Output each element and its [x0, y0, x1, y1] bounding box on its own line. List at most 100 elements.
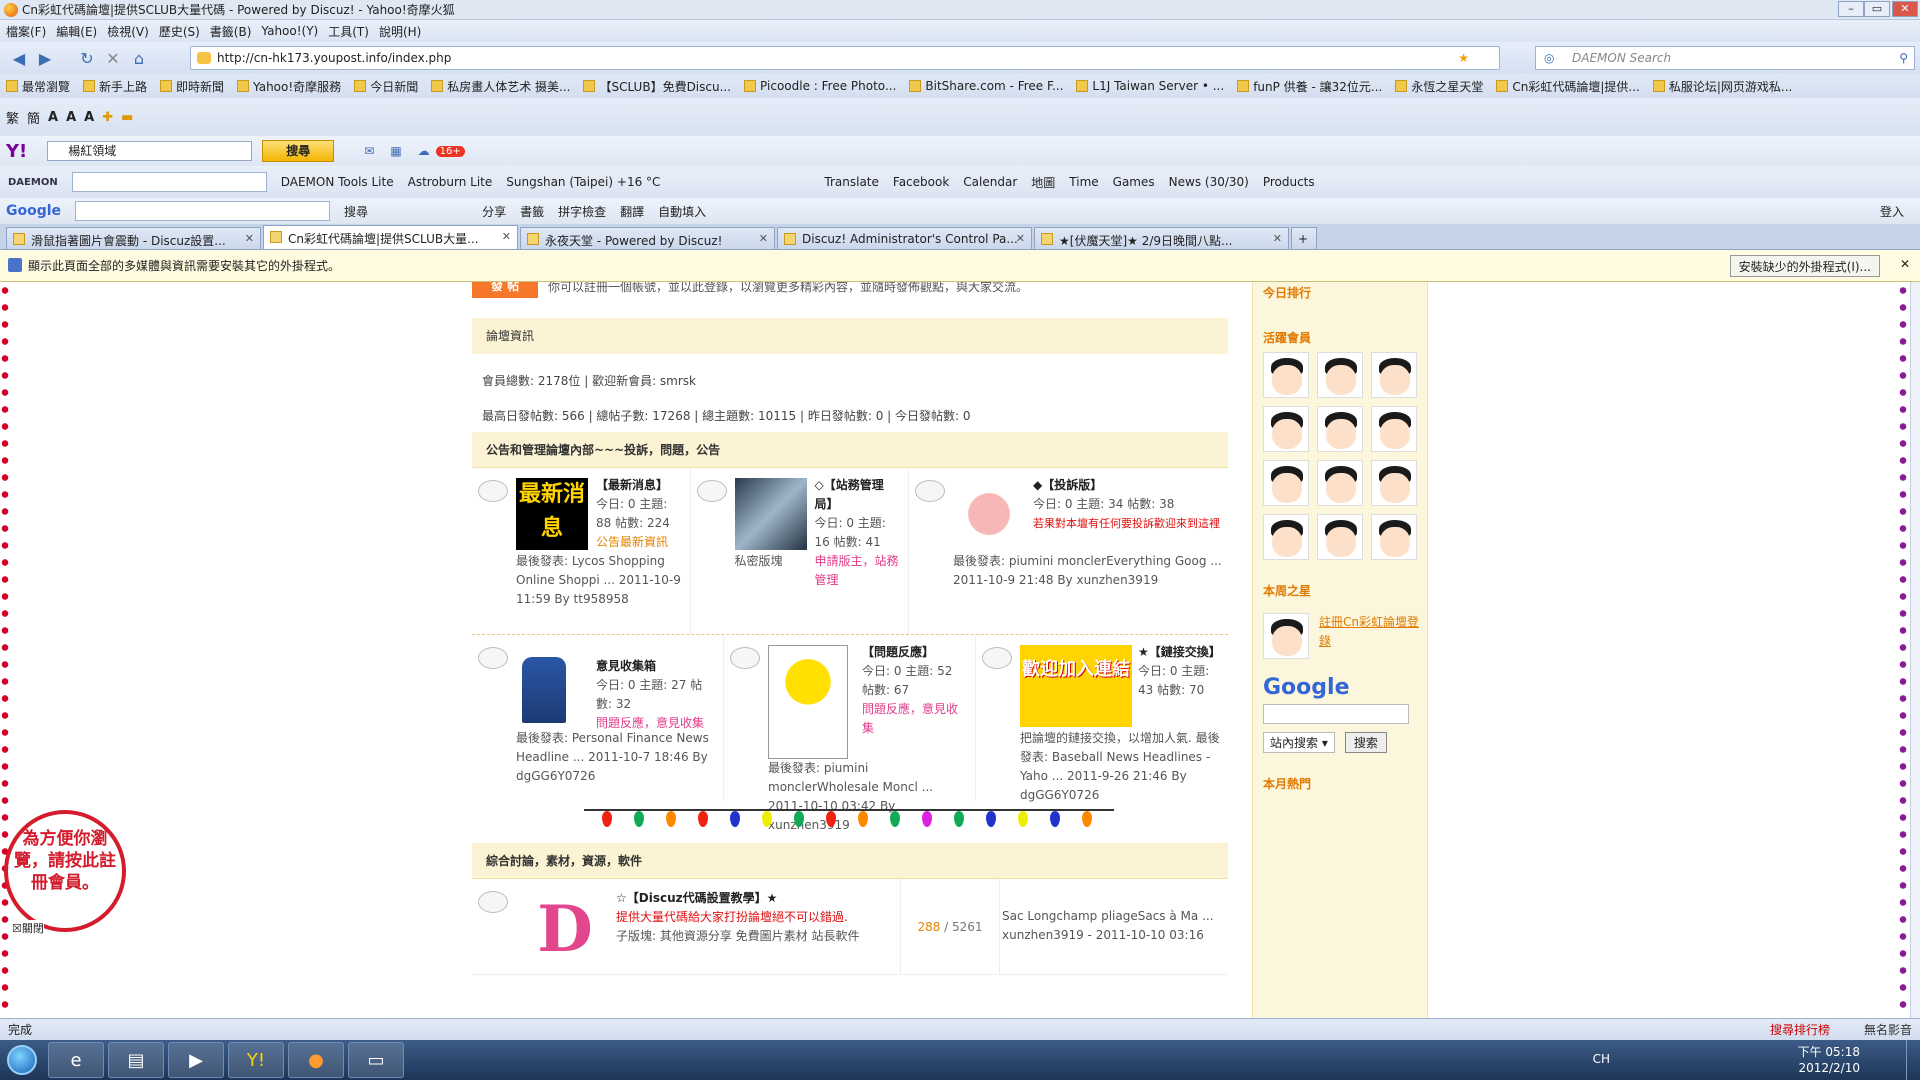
news-link[interactable]: News (30/30) — [1169, 175, 1249, 189]
forum-last-post[interactable]: 把論壇的鏈接交換，以增加人氣. 最後發表: Baseball News Head… — [1020, 729, 1222, 805]
register-stamp[interactable]: 為方便你瀏覽，請按此註冊會員。 — [4, 810, 126, 932]
register-stamp-popup[interactable]: 為方便你瀏覽，請按此註冊會員。 ☒關閉 — [0, 810, 128, 940]
google-translate-button[interactable]: 翻譯 — [620, 203, 644, 220]
clock[interactable]: 下午 05:18 2012/2/10 — [1798, 1044, 1860, 1076]
calendar-icon[interactable]: ▦ — [390, 144, 401, 158]
app-taskbar-icon[interactable]: ▭ — [348, 1042, 404, 1078]
stop-icon[interactable]: ✕ — [100, 46, 126, 70]
bookmark-item[interactable]: funP 供養 - 讓32位元... — [1237, 78, 1382, 95]
avatar[interactable] — [1371, 514, 1417, 560]
tab[interactable]: 永夜天堂 - Powered by Discuz! ✕ — [520, 227, 775, 249]
avatar[interactable] — [1317, 514, 1363, 560]
new-tab-button[interactable]: + — [1291, 227, 1317, 249]
zoom-out-icon[interactable]: ▬ — [121, 110, 133, 125]
mail-icon[interactable]: ✉ — [364, 144, 374, 158]
stamp-close-link[interactable]: ☒關閉 — [12, 920, 44, 936]
forum-cell[interactable]: 最新消息 【最新消息】 今日: 0 主題: 88 帖數: 224 公告最新資訊 最後… — [472, 468, 691, 634]
tab-close-icon[interactable]: ✕ — [502, 230, 511, 243]
close-window-button[interactable]: ✕ — [1892, 1, 1918, 17]
maximize-button[interactable]: ▭ — [1864, 1, 1890, 17]
input-language[interactable]: CH — [1593, 1052, 1610, 1066]
bookmark-star-icon[interactable]: ★ — [1458, 47, 1469, 69]
media-player-taskbar-icon[interactable]: ▶ — [168, 1042, 224, 1078]
font-larger-icon[interactable]: A — [48, 110, 58, 125]
minimize-button[interactable]: – — [1838, 1, 1864, 17]
post-button[interactable]: 發 帖 — [472, 282, 538, 298]
simplified-icon[interactable]: 簡 — [27, 108, 40, 127]
google-autofill-button[interactable]: 自動填入 — [658, 203, 706, 220]
url-bar[interactable]: http://cn-hk173.youpost.info/index.php ★ — [190, 46, 1500, 70]
menu-file[interactable]: 檔案(F) — [6, 23, 46, 40]
forum-last-post[interactable]: 最後發表: Personal Finance News Headline ...… — [516, 729, 717, 786]
bookmark-item[interactable]: 【SCLUB】免費Discu... — [583, 78, 731, 95]
menu-bookmarks[interactable]: 書籤(B) — [210, 23, 252, 40]
sidebar-google-input[interactable] — [1263, 704, 1409, 724]
bookmark-item[interactable]: Yahoo!奇摩服務 — [237, 78, 341, 95]
search-icon[interactable]: ⚲ — [1899, 47, 1908, 69]
search-engine-icon[interactable]: ◎ — [1544, 47, 1554, 69]
avatar[interactable] — [1263, 613, 1309, 659]
avatar[interactable] — [1317, 352, 1363, 398]
bookmark-item[interactable]: L1J Taiwan Server • ... — [1076, 79, 1224, 93]
weather-icon[interactable]: ☁ — [418, 144, 430, 158]
install-plugins-button[interactable]: 安裝缺少的外掛程式(I)... — [1729, 255, 1880, 277]
avatar[interactable] — [1371, 460, 1417, 506]
bookmark-item[interactable]: 私房畫人体艺术 摄美... — [431, 78, 570, 95]
font-smaller-icon[interactable]: A — [66, 110, 76, 125]
menu-view[interactable]: 檢視(V) — [107, 23, 149, 40]
facebook-link[interactable]: Facebook — [893, 175, 949, 189]
reload-icon[interactable]: ↻ — [74, 46, 100, 70]
wretch-video-link[interactable]: 無名影音 — [1864, 1021, 1912, 1038]
font-reset-icon[interactable]: A — [84, 110, 94, 125]
menu-edit[interactable]: 編輯(E) — [56, 23, 97, 40]
forum-subforums[interactable]: 子版塊: 其他資源分享 免費圖片素材 站長軟件 — [616, 927, 860, 946]
yahoo-search-button[interactable]: 搜尋 — [262, 140, 335, 162]
yahoo-search-input[interactable]: 楊紅領域 — [47, 141, 253, 161]
site-search-select[interactable]: 站內搜索 ▾ — [1263, 732, 1335, 753]
show-desktop-button[interactable] — [1906, 1040, 1920, 1080]
home-icon[interactable]: ⌂ — [126, 46, 152, 70]
forward-icon[interactable]: ▶ — [32, 46, 58, 70]
bookmark-item[interactable]: BitShare.com - Free F... — [909, 79, 1063, 93]
map-link[interactable]: 地圖 — [1031, 174, 1055, 191]
tab[interactable]: 滑鼠指著圖片會震動 - Discuz設置... ✕ — [6, 227, 261, 249]
start-button[interactable] — [0, 1040, 44, 1080]
time-link[interactable]: Time — [1069, 175, 1098, 189]
avatar[interactable] — [1263, 406, 1309, 452]
forum-name[interactable]: ◇【站務管理局】 — [815, 476, 901, 514]
avatar[interactable] — [1371, 352, 1417, 398]
games-link[interactable]: Games — [1113, 175, 1155, 189]
yahoo-logo-icon[interactable]: Y! — [6, 141, 27, 162]
google-search-input[interactable] — [75, 201, 331, 221]
bookmark-item[interactable]: Cn彩虹代碼論壇|提供... — [1496, 78, 1640, 95]
tab-close-icon[interactable]: ✕ — [1273, 232, 1282, 245]
tab[interactable]: Discuz! Administrator's Control Pa... ✕ — [777, 227, 1032, 249]
avatar[interactable] — [1263, 460, 1309, 506]
bookmark-item[interactable]: 今日新聞 — [354, 78, 418, 95]
sidebar-search-button[interactable]: 搜索 — [1344, 732, 1387, 753]
search-input[interactable]: ◎ DAEMON Search ⚲ — [1535, 46, 1915, 70]
google-signin-button[interactable]: 登入 — [1880, 203, 1904, 220]
forum-name[interactable]: 【問題反應】 — [862, 643, 967, 662]
google-bookmarks-button[interactable]: 書籤 — [520, 203, 544, 220]
bookmark-item[interactable]: 私服论坛|网页游戏私... — [1652, 78, 1792, 95]
forum-name[interactable]: 【最新消息】 — [596, 476, 682, 495]
forum-name[interactable]: ◆【投訴版】 — [1033, 476, 1220, 495]
avatar[interactable] — [1263, 514, 1309, 560]
forum-last-post[interactable]: 最後發表: piumini monclerEverything Goog ...… — [953, 552, 1222, 590]
menu-help[interactable]: 說明(H) — [379, 23, 421, 40]
daemon-tools-lite-link[interactable]: DAEMON Tools Lite — [281, 175, 394, 189]
forum-cell[interactable]: 意見收集箱 今日: 0 主題: 27 帖數: 32 問題反應，意見收集 最後發表: … — [472, 635, 724, 801]
forum-last-post[interactable]: Sac Longchamp pliageSacs à Ma ... — [1002, 907, 1214, 926]
products-link[interactable]: Products — [1263, 175, 1315, 189]
avatar[interactable] — [1317, 406, 1363, 452]
menu-history[interactable]: 歷史(S) — [159, 23, 200, 40]
yahoo-messenger-taskbar-icon[interactable]: Y! — [228, 1042, 284, 1078]
bookmark-item[interactable]: 永恆之星天堂 — [1395, 78, 1483, 95]
traditional-icon[interactable]: 繁 — [6, 108, 19, 127]
ie-taskbar-icon[interactable]: e — [48, 1042, 104, 1078]
calendar-link[interactable]: Calendar — [963, 175, 1017, 189]
bookmark-item[interactable]: 新手上路 — [83, 78, 147, 95]
bookmark-item[interactable]: Picoodle : Free Photo... — [744, 79, 896, 93]
forum-name[interactable]: 意見收集箱 — [596, 657, 715, 676]
